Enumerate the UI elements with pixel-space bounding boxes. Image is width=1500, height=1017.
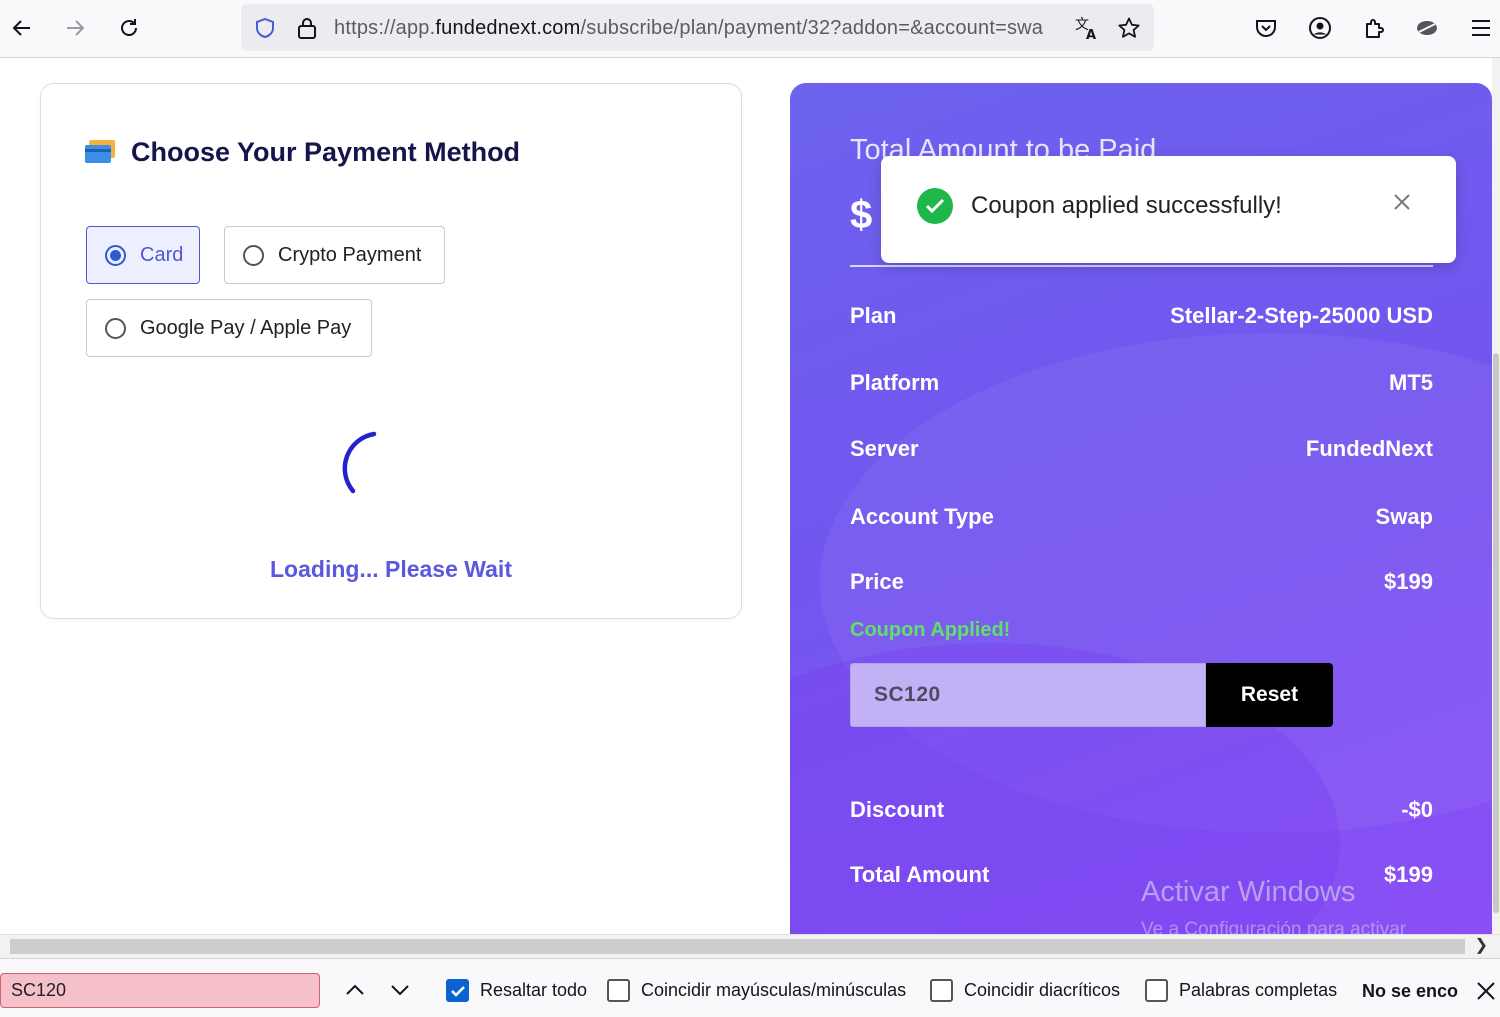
total-amount-label: Total Amount — [850, 862, 990, 887]
svg-text:A: A — [1086, 28, 1096, 41]
url-host: fundednext.com — [435, 17, 581, 39]
vertical-scrollbar[interactable] — [1492, 58, 1500, 934]
back-button[interactable] — [2, 8, 42, 48]
forward-button[interactable] — [55, 8, 95, 48]
find-status: No se encontraron coincidencias — [1362, 981, 1458, 1001]
loading-spinner-icon — [342, 431, 377, 494]
shield-icon[interactable] — [248, 11, 282, 45]
checkbox-label: Palabras completas — [1179, 980, 1338, 1000]
plan-label: Plan — [850, 303, 897, 328]
match-diacritics-checkbox[interactable]: Coincidir diacríticos — [930, 979, 1120, 1002]
platform-value: MT5 — [1389, 370, 1433, 395]
reload-button[interactable] — [109, 8, 149, 48]
translate-icon[interactable]: 文A — [1070, 11, 1104, 45]
horizontal-scrollbar[interactable]: ❯ — [0, 934, 1500, 958]
payment-method-card: Choose Your Payment Method Card Crypto P… — [40, 83, 742, 619]
option-label: Google Pay / Apple Pay — [140, 316, 352, 339]
url-text[interactable]: https://app.fundednext.com/subscribe/pla… — [334, 17, 1064, 40]
payment-option-card[interactable]: Card — [86, 226, 200, 284]
option-label: Crypto Payment — [278, 243, 422, 266]
payment-option-crypto[interactable]: Crypto Payment — [224, 226, 445, 284]
price-label: Price — [850, 569, 904, 594]
total-amount-value: $199 — [1384, 862, 1433, 887]
summary-amount: $ — [850, 193, 873, 237]
lock-icon[interactable] — [290, 11, 324, 45]
radio-icon[interactable] — [105, 317, 126, 339]
pocket-button[interactable] — [1246, 8, 1286, 48]
reset-coupon-button[interactable]: Reset — [1206, 663, 1333, 727]
hamburger-icon — [1472, 20, 1490, 36]
checkbox-label: Coincidir diacríticos — [964, 980, 1121, 1000]
extension-button[interactable] — [1407, 8, 1447, 48]
puzzle-icon — [1366, 19, 1384, 38]
arrow-left-icon — [12, 20, 30, 36]
radio-selected-icon[interactable] — [105, 244, 126, 266]
windows-watermark-title: Activar Windows — [1141, 876, 1356, 908]
checkbox-label: Coincidir mayúsculas/minúsculas — [641, 980, 907, 1000]
scroll-right-icon[interactable]: ❯ — [1475, 935, 1488, 955]
find-next-button[interactable] — [385, 975, 415, 1005]
find-bar: SC120 Resaltar todo Coincidir mayúsculas… — [0, 958, 1500, 1017]
plan-value: Stellar-2-Step-25000 USD — [1170, 303, 1433, 328]
scrollbar-thumb[interactable] — [10, 939, 1465, 954]
highlight-all-checkbox[interactable]: Resaltar todo — [446, 979, 587, 1002]
find-previous-button[interactable] — [340, 975, 370, 1005]
account-type-value: Swap — [1375, 504, 1433, 529]
payment-title: Choose Your Payment Method — [131, 137, 521, 167]
server-label: Server — [850, 436, 919, 461]
checkbox-icon[interactable] — [1145, 979, 1168, 1002]
platform-label: Platform — [850, 370, 940, 395]
extensions-button[interactable] — [1354, 8, 1394, 48]
chevron-up-icon — [346, 984, 364, 995]
browser-toolbar: https://app.fundednext.com/subscribe/pla… — [0, 0, 1500, 58]
account-type-label: Account Type — [850, 504, 994, 529]
discount-label: Discount — [850, 797, 945, 822]
menu-button[interactable] — [1461, 8, 1500, 48]
bookmark-star-icon[interactable] — [1112, 11, 1146, 45]
price-value: $199 — [1384, 569, 1433, 594]
scrollbar-thumb[interactable] — [1493, 353, 1499, 913]
close-icon[interactable] — [1389, 189, 1415, 215]
toast-message: Coupon applied successfully! — [971, 192, 1282, 219]
success-toast: Coupon applied successfully! — [881, 156, 1456, 263]
account-icon — [1309, 17, 1331, 39]
coupon-applied-note: Coupon Applied! — [850, 619, 1011, 641]
checkbox-checked-icon[interactable] — [446, 979, 469, 1002]
pocket-icon — [1256, 20, 1276, 37]
url-bar[interactable]: https://app.fundednext.com/subscribe/pla… — [241, 4, 1154, 51]
option-label: Card — [140, 243, 184, 266]
close-icon[interactable] — [1474, 979, 1498, 1003]
discount-value: -$0 — [1401, 797, 1433, 822]
extension-leaf-icon — [1417, 21, 1437, 35]
match-case-checkbox[interactable]: Coincidir mayúsculas/minúsculas — [607, 979, 906, 1002]
reload-icon — [121, 19, 137, 36]
loading-text: Loading... Please Wait — [270, 556, 512, 582]
arrow-right-icon — [67, 20, 85, 36]
checkbox-icon[interactable] — [930, 979, 953, 1002]
account-button[interactable] — [1300, 8, 1340, 48]
radio-icon[interactable] — [243, 244, 264, 266]
checkbox-icon[interactable] — [607, 979, 630, 1002]
whole-words-checkbox[interactable]: Palabras completas — [1145, 979, 1337, 1002]
find-input[interactable]: SC120 — [0, 973, 320, 1008]
divider — [850, 265, 1433, 267]
check-circle-icon — [917, 188, 953, 224]
credit-card-icon — [85, 140, 115, 163]
checkbox-label: Resaltar todo — [480, 980, 588, 1000]
payment-option-google-apple-pay[interactable]: Google Pay / Apple Pay — [86, 299, 372, 357]
url-prefix: https://app. — [334, 17, 436, 39]
coupon-input[interactable]: SC120 — [850, 663, 1206, 727]
url-path: /subscribe/plan/payment/32?addon=&accoun… — [580, 17, 1044, 39]
chevron-down-icon — [391, 985, 409, 996]
server-value: FundedNext — [1305, 436, 1433, 461]
